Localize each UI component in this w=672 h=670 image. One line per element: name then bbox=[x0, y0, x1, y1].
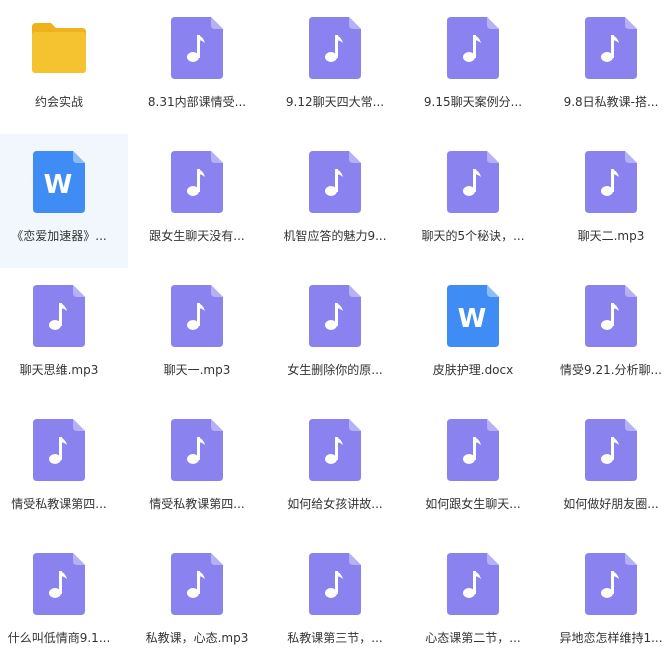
file-item[interactable]: 约会实战 bbox=[0, 0, 128, 134]
file-name: 机智应答的魅力9... bbox=[283, 229, 387, 243]
file-name: 8.31内部课情受... bbox=[147, 95, 247, 109]
music-note-icon bbox=[581, 17, 641, 79]
music-note-icon bbox=[581, 285, 641, 347]
file-name: 《恋爱加速器》... bbox=[11, 229, 107, 243]
file-item[interactable]: 9.8日私教课-搭... bbox=[542, 0, 672, 134]
file-name: 如何给女孩讲故... bbox=[287, 497, 383, 511]
file-item[interactable]: 情受私教课第四... bbox=[0, 402, 128, 536]
file-item[interactable]: 情受私教课第四... bbox=[128, 402, 266, 536]
file-item[interactable]: 聊天思维.mp3 bbox=[0, 268, 128, 402]
file-item[interactable]: 9.12聊天四大常... bbox=[266, 0, 404, 134]
file-item[interactable]: 聊天的5个秘诀，... bbox=[404, 134, 542, 268]
file-name: 跟女生聊天没有... bbox=[149, 229, 245, 243]
music-note-icon bbox=[305, 151, 365, 213]
music-note-icon bbox=[29, 553, 89, 615]
file-item[interactable]: 如何做好朋友圈... bbox=[542, 402, 672, 536]
file-name: 9.15聊天案例分... bbox=[423, 95, 523, 109]
file-name: 异地恋怎样维持1... bbox=[559, 631, 663, 645]
music-note-icon bbox=[305, 17, 365, 79]
file-item[interactable]: 8.31内部课情受... bbox=[128, 0, 266, 134]
file-item[interactable]: 9.15聊天案例分... bbox=[404, 0, 542, 134]
file-item[interactable]: 机智应答的魅力9... bbox=[266, 134, 404, 268]
music-note-icon bbox=[443, 553, 503, 615]
music-note-icon bbox=[305, 285, 365, 347]
music-note-icon bbox=[581, 151, 641, 213]
file-item[interactable]: 心态课第二节，... bbox=[404, 536, 542, 670]
word-letter: W bbox=[44, 170, 73, 200]
music-note-icon bbox=[305, 419, 365, 481]
folder-icon bbox=[29, 17, 89, 79]
file-item[interactable]: W 《恋爱加速器》... bbox=[0, 134, 128, 268]
file-item[interactable]: 私教课第三节，... bbox=[266, 536, 404, 670]
file-name: 女生删除你的原... bbox=[287, 363, 383, 377]
file-name: 约会实战 bbox=[34, 95, 83, 109]
music-note-icon bbox=[167, 285, 227, 347]
file-name: 情受私教课第四... bbox=[149, 497, 245, 511]
music-note-icon bbox=[581, 419, 641, 481]
file-name: 聊天的5个秘诀，... bbox=[421, 229, 525, 243]
file-name: 如何做好朋友圈... bbox=[563, 497, 659, 511]
word-doc-icon: W bbox=[443, 285, 503, 347]
file-name: 心态课第二节，... bbox=[425, 631, 521, 645]
music-note-icon bbox=[305, 553, 365, 615]
file-item[interactable]: 什么叫低情商9.1... bbox=[0, 536, 128, 670]
file-item[interactable]: 跟女生聊天没有... bbox=[128, 134, 266, 268]
file-name: 聊天二.mp3 bbox=[577, 229, 645, 243]
file-name: 私教课，心态.mp3 bbox=[145, 631, 249, 645]
file-item[interactable]: W 皮肤护理.docx bbox=[404, 268, 542, 402]
file-grid: 约会实战 8.31内部课情受... 9.12聊天四大常... 9.15聊天案例分...… bbox=[0, 0, 663, 655]
file-name: 什么叫低情商9.1... bbox=[7, 631, 111, 645]
music-note-icon bbox=[29, 419, 89, 481]
music-note-icon bbox=[443, 17, 503, 79]
file-item[interactable]: 如何给女孩讲故... bbox=[266, 402, 404, 536]
file-name: 情受私教课第四... bbox=[11, 497, 107, 511]
file-item[interactable]: 聊天二.mp3 bbox=[542, 134, 672, 268]
file-name: 9.12聊天四大常... bbox=[285, 95, 385, 109]
file-name: 皮肤护理.docx bbox=[432, 363, 514, 377]
file-name: 9.8日私教课-搭... bbox=[563, 95, 659, 109]
music-note-icon bbox=[29, 285, 89, 347]
music-note-icon bbox=[581, 553, 641, 615]
music-note-icon bbox=[167, 419, 227, 481]
file-name: 聊天一.mp3 bbox=[163, 363, 231, 377]
file-name: 聊天思维.mp3 bbox=[19, 363, 99, 377]
file-item[interactable]: 异地恋怎样维持1... bbox=[542, 536, 672, 670]
file-item[interactable]: 如何跟女生聊天... bbox=[404, 402, 542, 536]
file-item[interactable]: 私教课，心态.mp3 bbox=[128, 536, 266, 670]
music-note-icon bbox=[167, 151, 227, 213]
music-note-icon bbox=[443, 151, 503, 213]
music-note-icon bbox=[443, 419, 503, 481]
file-name: 情受9.21.分析聊... bbox=[560, 363, 662, 377]
music-note-icon bbox=[167, 553, 227, 615]
file-name: 私教课第三节，... bbox=[287, 631, 383, 645]
file-item[interactable]: 情受9.21.分析聊... bbox=[542, 268, 672, 402]
file-name: 如何跟女生聊天... bbox=[425, 497, 521, 511]
word-doc-icon: W bbox=[29, 151, 89, 213]
file-item[interactable]: 聊天一.mp3 bbox=[128, 268, 266, 402]
word-letter: W bbox=[458, 304, 487, 334]
music-note-icon bbox=[167, 17, 227, 79]
file-item[interactable]: 女生删除你的原... bbox=[266, 268, 404, 402]
